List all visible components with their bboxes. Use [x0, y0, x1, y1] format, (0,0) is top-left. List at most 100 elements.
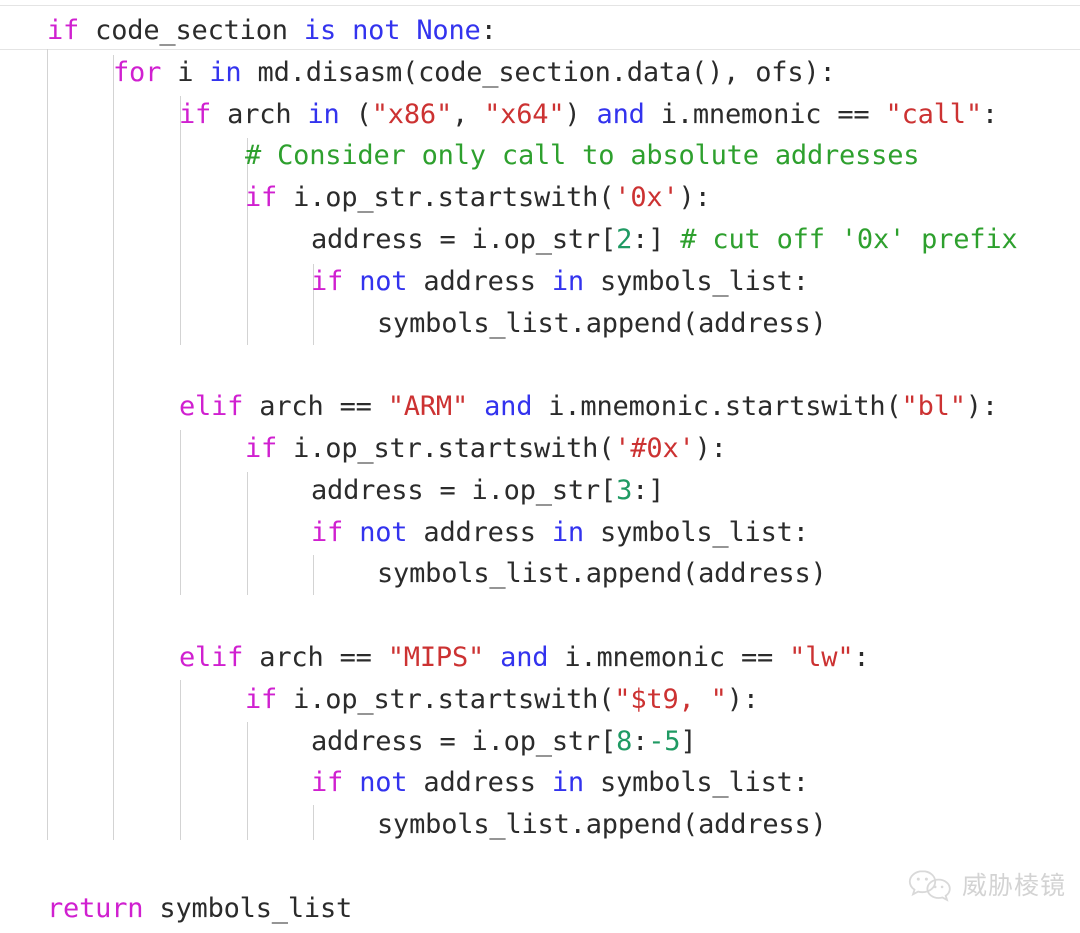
token-pl: symbols_list: — [583, 767, 809, 799]
token-pl: arch — [211, 98, 308, 130]
token-op: and — [500, 642, 549, 673]
token-pl: arch == — [243, 391, 388, 423]
token-str: "lw" — [789, 642, 854, 673]
token-op: in — [307, 98, 340, 130]
code-line: symbols_list.append(address) — [0, 553, 1080, 595]
token-pl: i — [161, 56, 210, 88]
token-pl: ): — [726, 683, 759, 715]
token-pl: symbols_list.append(address) — [377, 558, 827, 590]
token-kw: if — [311, 265, 344, 297]
token-kw: elif — [179, 642, 244, 673]
token-pl: i.mnemonic == — [644, 98, 886, 130]
token-str: "call" — [885, 98, 983, 130]
token-cmt: # cut off '0x' prefix — [680, 224, 1018, 255]
token-op: not — [352, 15, 401, 46]
token-bi: None — [416, 15, 481, 46]
token-str: "x64" — [484, 98, 565, 130]
token-kw: elif — [179, 391, 244, 423]
code-line: elif arch == "MIPS" and i.mnemonic == "l… — [0, 637, 1080, 679]
token-str: "x86" — [371, 98, 452, 130]
token-num: 2 — [616, 224, 633, 255]
token-str: "ARM" — [387, 391, 469, 423]
token-op: in — [551, 516, 584, 548]
code-line: if code_section is not None: — [0, 10, 1080, 52]
token-pl: : — [480, 15, 497, 46]
token-str: "bl" — [901, 391, 966, 423]
code-screenshot: if code_section is not None: for i in md.… — [0, 0, 1080, 933]
token-pl: address — [407, 516, 552, 548]
code-line: address = i.op_str[8:-5] — [0, 721, 1080, 763]
token-pl: ): — [694, 433, 727, 464]
token-pl: i.mnemonic.startswith( — [532, 391, 902, 423]
token-pl: i.mnemonic == — [548, 642, 790, 673]
token-pl: ( — [339, 98, 372, 130]
token-pl: address = i.op_str[ — [311, 224, 617, 255]
token-op: not — [359, 767, 408, 799]
token-op: is — [303, 15, 337, 46]
token-pl: ): — [678, 182, 711, 214]
token-pl: : — [853, 642, 870, 673]
token-str: '#0x' — [614, 433, 695, 464]
code-line: if arch in ("x86", "x64") and i.mnemonic… — [0, 94, 1080, 136]
token-kw: if — [47, 15, 80, 46]
code-line: elif arch == "ARM" and i.mnemonic.starts… — [0, 386, 1080, 428]
token-pl: :] — [632, 224, 681, 255]
token-pl: ) — [564, 98, 597, 130]
code-line: address = i.op_str[2:] # cut off '0x' pr… — [0, 219, 1080, 261]
token-op: not — [359, 265, 408, 297]
token-kw: if — [179, 98, 212, 130]
code-line: address = i.op_str[3:] — [0, 470, 1080, 512]
code-line: if i.op_str.startswith("$t9, "): — [0, 679, 1080, 721]
token-pl: i.op_str.startswith( — [277, 182, 615, 214]
token-op: and — [484, 391, 533, 423]
token-pl: address — [407, 265, 552, 297]
token-pl: address = i.op_str[ — [311, 474, 617, 506]
token-pl: symbols_list.append(address) — [377, 307, 827, 339]
token-str: '0x' — [614, 182, 679, 214]
code-line: if i.op_str.startswith('0x'): — [0, 177, 1080, 219]
token-op: and — [596, 98, 645, 130]
token-kw: for — [113, 56, 162, 88]
token-str: "MIPS" — [387, 642, 485, 673]
token-pl: : — [981, 98, 998, 130]
token-pl: :] — [632, 474, 665, 506]
token-pl: arch == — [243, 642, 388, 673]
token-op: in — [551, 265, 584, 297]
token-pl: : — [632, 725, 649, 757]
code-line: if i.op_str.startswith('#0x'): — [0, 428, 1080, 470]
token-pl: md.disasm(code_section.data(), ofs): — [241, 56, 836, 88]
token-num: -5 — [648, 725, 681, 757]
token-kw: if — [245, 433, 278, 464]
token-op: in — [551, 767, 584, 799]
code-line: symbols_list.append(address) — [0, 303, 1080, 345]
token-pl: symbols_list.append(address) — [377, 809, 827, 841]
token-pl: address = i.op_str[ — [311, 725, 617, 757]
token-op: in — [209, 56, 242, 88]
token-num: 3 — [616, 474, 633, 506]
token-pl: symbols_list — [143, 892, 353, 924]
code-line: symbols_list.append(address) — [0, 804, 1080, 846]
code-block: if code_section is not None: for i in md.… — [0, 0, 1080, 933]
token-kw: if — [245, 182, 278, 214]
token-kw: if — [245, 683, 278, 715]
code-line: if not address in symbols_list: — [0, 512, 1080, 554]
token-op: not — [359, 516, 408, 548]
token-kw: return — [47, 892, 144, 924]
code-line: for i in md.disasm(code_section.data(), … — [0, 52, 1080, 94]
token-pl: , — [452, 98, 485, 130]
token-pl: i.op_str.startswith( — [277, 433, 615, 464]
code-line: # Consider only call to absolute address… — [0, 135, 1080, 177]
code-line: if not address in symbols_list: — [0, 762, 1080, 804]
token-cmt: # Consider only call to absolute address… — [245, 140, 920, 172]
code-line: return symbols_list — [0, 888, 1080, 930]
